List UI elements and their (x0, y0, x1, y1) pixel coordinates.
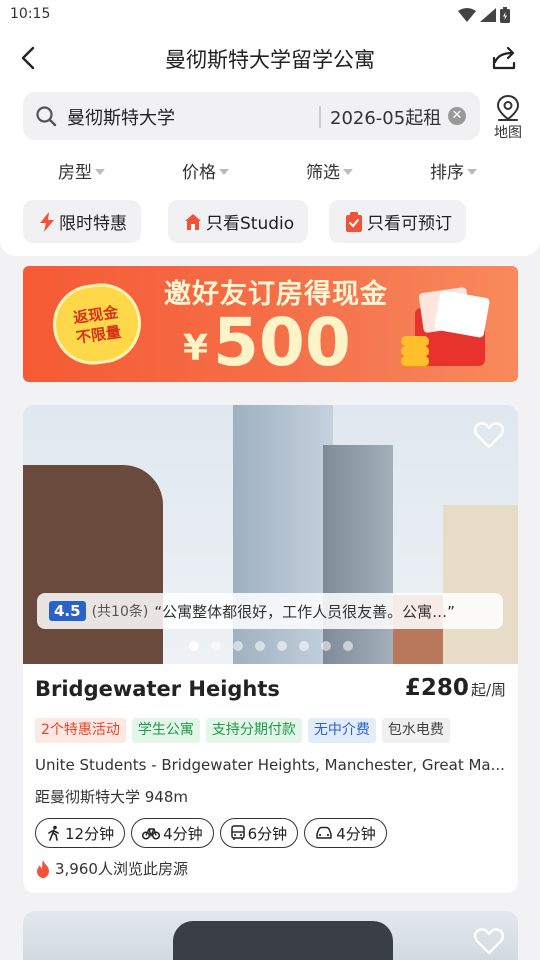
coin-icon (401, 336, 429, 346)
chip-label: 限时特惠 (59, 214, 127, 234)
car-icon (316, 826, 332, 839)
carousel-dot[interactable] (342, 641, 353, 651)
map-label: 地图 (494, 125, 522, 141)
search-bar[interactable]: 曼彻斯特大学 2026-05起租 ✕ (23, 92, 480, 140)
chip-label: 只看可预订 (367, 214, 452, 234)
commute-times: 12分钟 4分钟 6分钟 4分钟 (35, 818, 387, 848)
commute-car: 4分钟 (304, 818, 387, 848)
house-icon (185, 213, 201, 230)
listing-card-next[interactable] (23, 911, 518, 960)
coin-icon (401, 356, 429, 366)
referral-promo-banner[interactable]: 返现金 不限量 邀好友订房得现金 ¥ 500 (23, 266, 518, 382)
filter-label: 排序 (430, 163, 464, 183)
commute-label: 6分钟 (247, 824, 288, 843)
carousel-dot[interactable] (320, 641, 331, 651)
promo-amount: 500 (213, 304, 351, 381)
view-count: 3,960人浏览此房源 (35, 858, 188, 879)
carousel-dot[interactable] (188, 641, 199, 651)
listing-price: £280 起/周 (405, 675, 506, 701)
price-unit: 起/周 (470, 681, 506, 699)
filter-label: 价格 (182, 163, 216, 183)
fire-icon (37, 859, 49, 878)
favorite-heart-icon[interactable] (474, 927, 504, 955)
search-query[interactable]: 曼彻斯特大学 (67, 104, 175, 130)
review-count: (共10条) (91, 604, 149, 620)
listing-tag: 2个特惠活动 (35, 718, 126, 743)
map-button[interactable]: 地图 (490, 94, 526, 142)
filter-label: 筛选 (306, 163, 340, 183)
move-in-date[interactable]: 2026-05起租 (330, 104, 441, 130)
page-title: 曼彻斯特大学留学公寓 (165, 48, 375, 72)
review-quote: “公寓整体都很好，工作人员很友善。公寓…” (154, 602, 455, 621)
map-pin-icon (496, 94, 520, 121)
nav-bar: 曼彻斯特大学留学公寓 (0, 32, 540, 86)
wifi-icon (458, 8, 476, 22)
chip-studio-only[interactable]: 只看Studio (168, 200, 309, 243)
voucher-card-icon (433, 289, 491, 339)
rating-badge: 4.5 (49, 601, 86, 621)
bike-icon (142, 828, 161, 840)
listing-tags: 2个特惠活动 学生公寓 支持分期付款 无中介费 包水电费 (35, 718, 450, 743)
status-time: 10:15 (10, 6, 51, 22)
dropdown-arrow-icon (467, 168, 477, 175)
dropdown-arrow-icon (219, 168, 229, 175)
carousel-dot[interactable] (254, 641, 265, 651)
listing-tag: 学生公寓 (131, 718, 200, 743)
commute-bike: 4分钟 (131, 818, 214, 848)
commute-label: 12分钟 (65, 824, 115, 843)
listing-tag: 无中介费 (307, 718, 376, 743)
filter-bar: 房型 价格 筛选 排序 (0, 158, 540, 188)
dropdown-arrow-icon (343, 168, 353, 175)
listing-tag: 支持分期付款 (205, 718, 302, 743)
carousel-dot[interactable] (210, 641, 221, 651)
header-sheet: 曼彻斯特大学留学公寓 曼彻斯特大学 2026-05起租 ✕ 地图 房型 价格 筛… (0, 32, 540, 256)
battery-icon (500, 7, 510, 23)
filter-sort[interactable]: 排序 (430, 158, 477, 183)
clear-icon[interactable]: ✕ (448, 107, 466, 125)
carousel-dot[interactable] (276, 641, 287, 651)
chip-label: 只看Studio (206, 214, 295, 234)
dropdown-arrow-icon (95, 168, 105, 175)
listing-name[interactable]: Bridgewater Heights (35, 677, 280, 701)
promo-currency: ¥ (183, 328, 209, 369)
favorite-heart-icon[interactable] (474, 421, 504, 449)
filter-price[interactable]: 价格 (182, 158, 229, 183)
commute-label: 4分钟 (336, 824, 376, 843)
review-snippet[interactable]: 4.5 (共10条) “公寓整体都很好，工作人员很友善。公寓…” (37, 593, 503, 629)
filter-more[interactable]: 筛选 (306, 158, 353, 183)
commute-walk: 12分钟 (35, 818, 126, 848)
chip-bookable-only[interactable]: 只看可预订 (329, 200, 466, 243)
bus-icon (230, 825, 245, 840)
filter-room-type[interactable]: 房型 (58, 158, 105, 183)
search-divider (319, 106, 321, 128)
system-icons (458, 7, 510, 23)
listing-distance: 距曼彻斯特大学 948m (35, 788, 189, 806)
carousel-dot[interactable] (298, 641, 309, 651)
walk-icon (48, 825, 59, 841)
lightning-icon (40, 211, 54, 232)
filter-label: 房型 (58, 163, 92, 183)
commute-bus: 6分钟 (219, 818, 299, 848)
coin-icon (401, 346, 429, 356)
cashback-badge: 返现金 不限量 (47, 278, 147, 370)
price-amount: £280 (404, 675, 469, 701)
search-icon (36, 106, 57, 127)
commute-label: 4分钟 (163, 824, 203, 843)
clipboard-check-icon (346, 211, 362, 232)
share-icon[interactable] (490, 44, 518, 72)
signal-icon (480, 8, 496, 22)
view-count-text: 3,960人浏览此房源 (55, 860, 188, 878)
listing-tag: 包水电费 (381, 718, 450, 743)
listing-card[interactable]: 4.5 (共10条) “公寓整体都很好，工作人员很友善。公寓…” Bridgew… (23, 405, 518, 893)
listing-address: Unite Students - Bridgewater Heights, Ma… (35, 756, 505, 774)
status-bar: 10:15 (0, 0, 540, 32)
chip-limited-offer[interactable]: 限时特惠 (23, 200, 141, 243)
carousel-indicator (23, 641, 518, 651)
listing-photo[interactable]: 4.5 (共10条) “公寓整体都很好，工作人员很友善。公寓…” (23, 405, 518, 664)
carousel-dot[interactable] (232, 641, 243, 651)
